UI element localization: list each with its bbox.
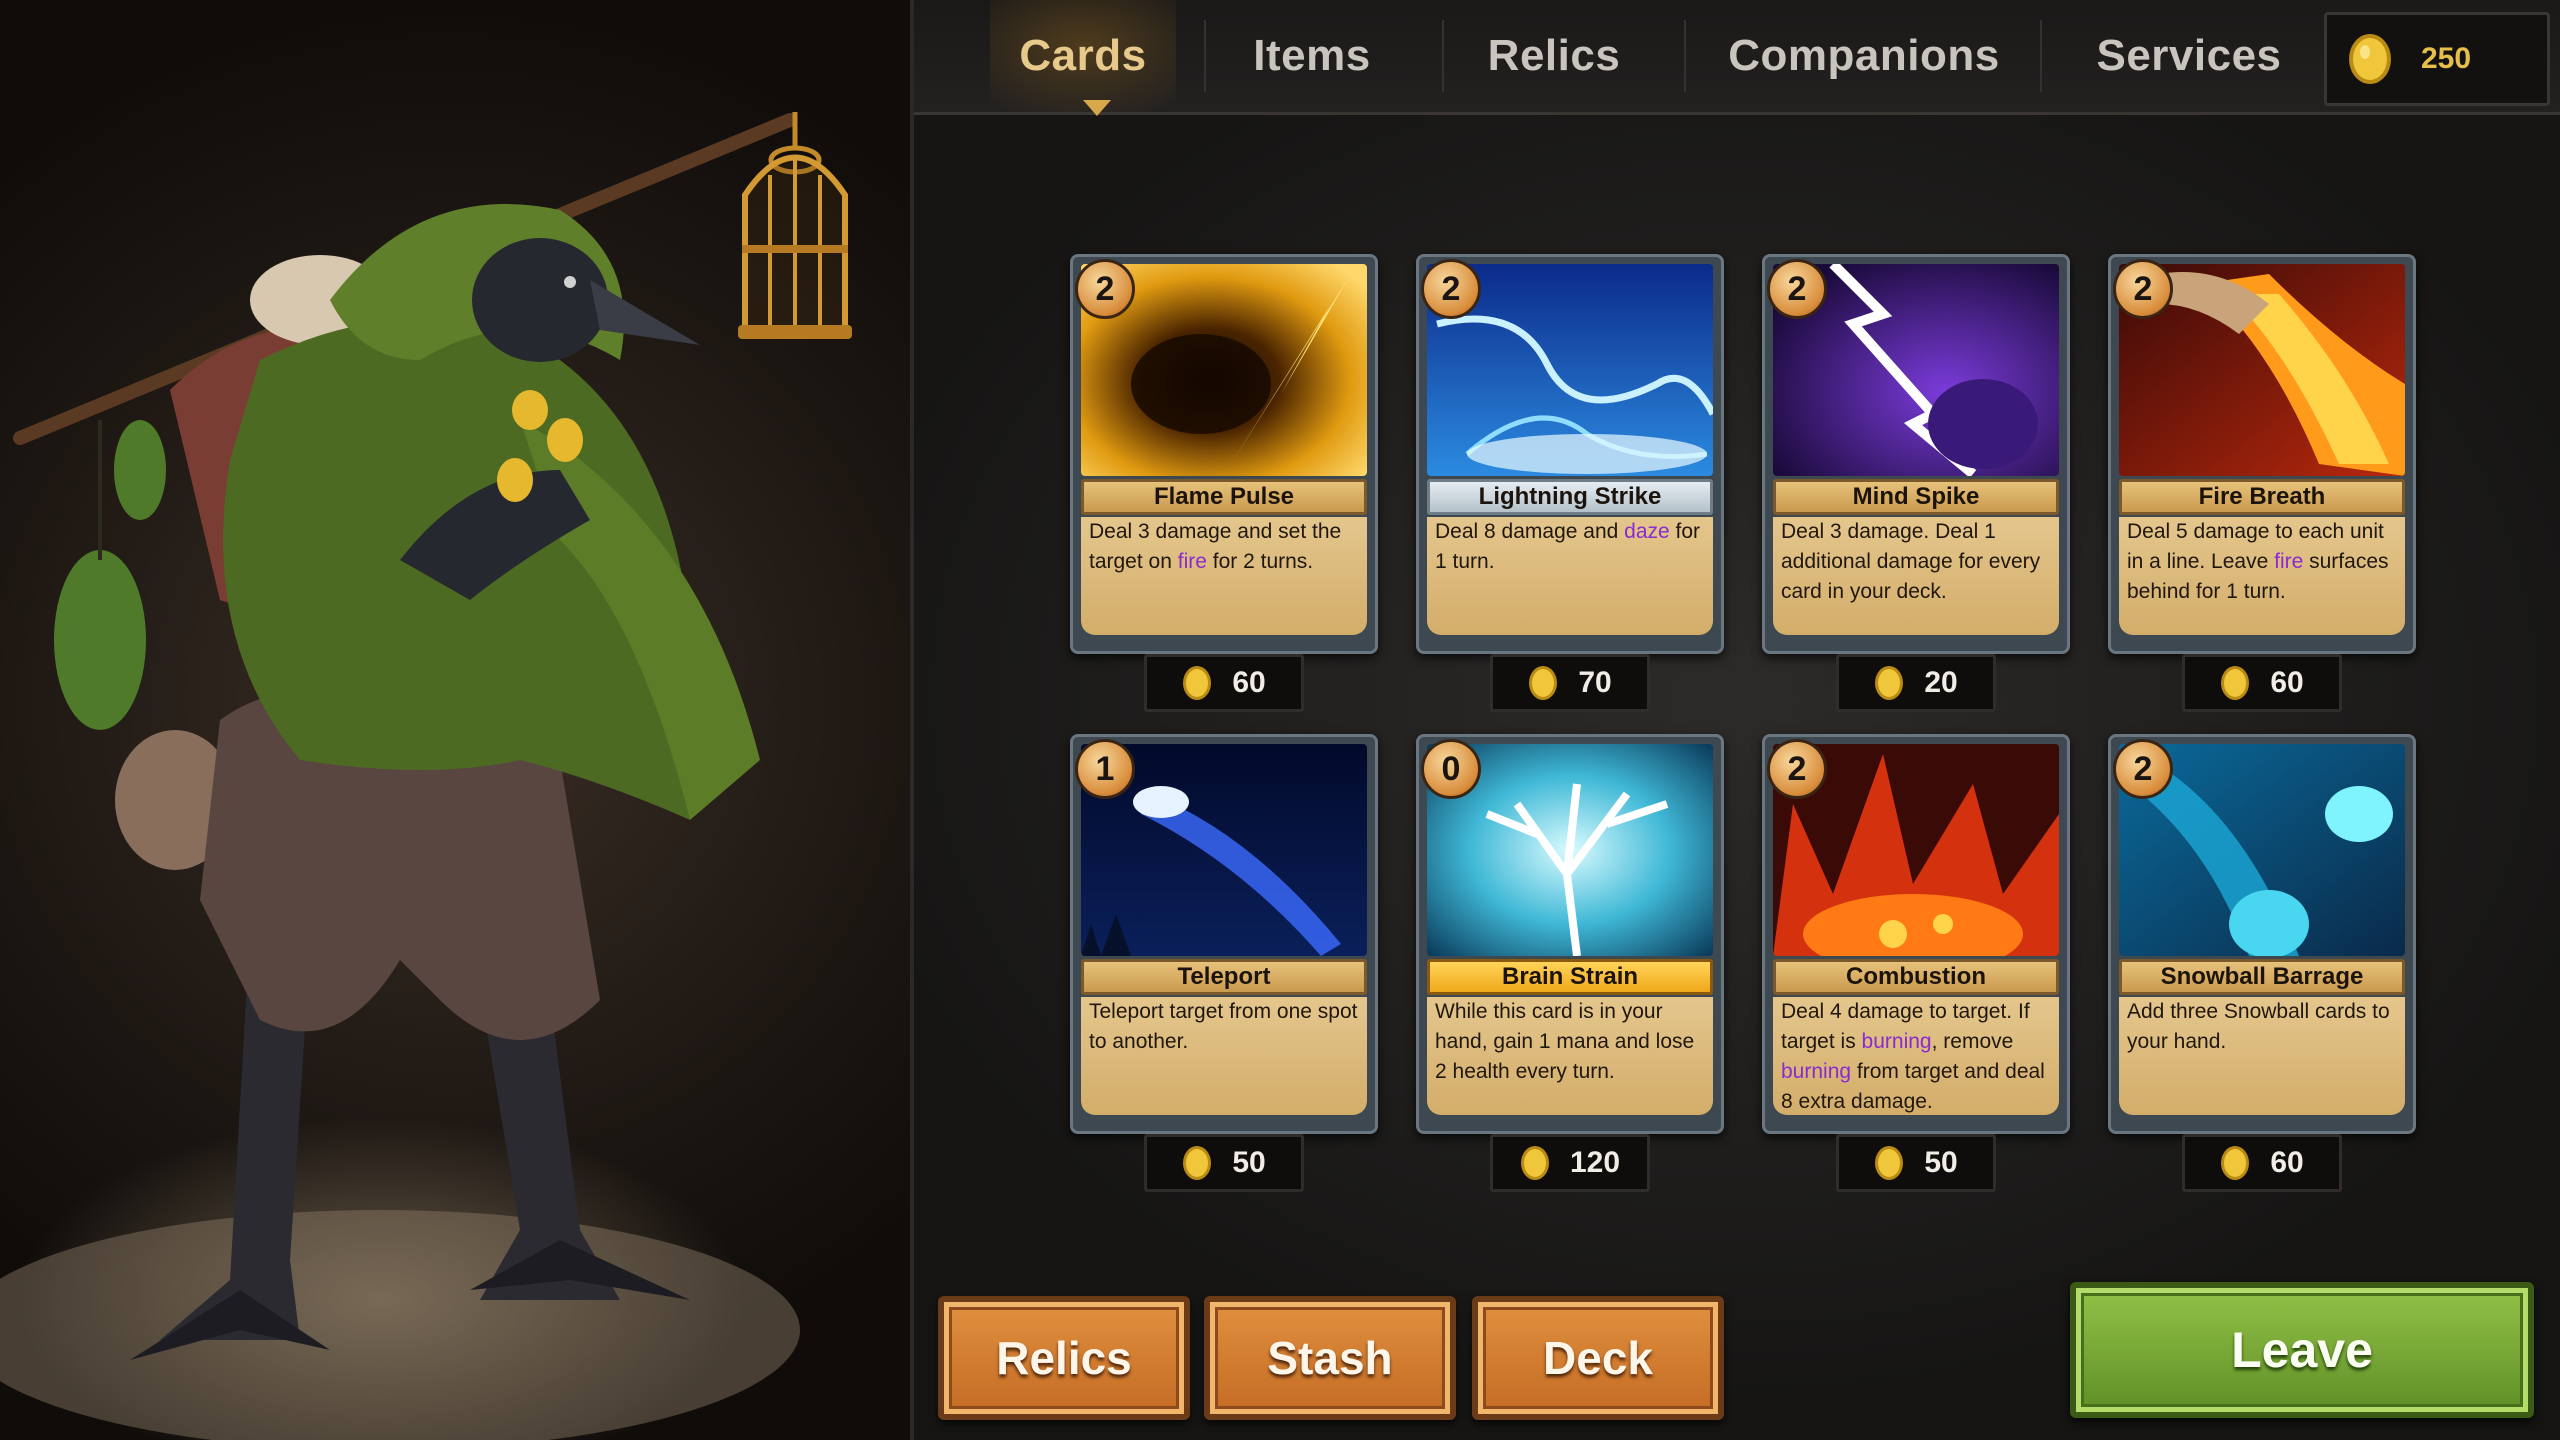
tab-cards[interactable]: Cards [990,0,1176,112]
relics-button[interactable]: Relics [938,1296,1190,1420]
card-title: Flame Pulse [1081,479,1367,515]
mana-cost-badge: 2 [1767,739,1827,799]
tab-items[interactable]: Items [1214,0,1410,112]
card-price[interactable]: 60 [2182,1134,2342,1192]
card-description: Deal 3 damage. Deal 1 additional damage … [1773,517,2059,635]
price-value: 20 [1924,666,1958,699]
mana-cost-badge: 2 [1075,259,1135,319]
gold-coin-icon [1183,1146,1212,1180]
status-keyword: burning [1781,1060,1852,1083]
card-description: While this card is in your hand, gain 1 … [1427,997,1713,1115]
tab-divider [1204,20,1206,92]
status-keyword: fire [1177,550,1207,573]
shop-card[interactable]: 2 Mind Spike Deal 3 damage. Deal 1 addit… [1762,254,2070,654]
shop-card[interactable]: 0 Brain Strain While this card is in you… [1416,734,1724,1134]
mana-cost-badge: 0 [1421,739,1481,799]
mana-cost-badge: 2 [2113,259,2173,319]
gold-coin-icon [1529,666,1558,700]
leave-button[interactable]: Leave [2070,1282,2534,1418]
price-value: 60 [2270,666,2304,699]
price-value: 50 [1232,1146,1266,1179]
price-value: 120 [1569,1146,1621,1179]
shop-card[interactable]: 1 Teleport Teleport target from one spot… [1070,734,1378,1134]
status-keyword: fire [2274,550,2304,573]
crow-merchant-art [0,112,852,1440]
card-description: Deal 3 damage and set the target on fire… [1081,517,1367,635]
card-description: Deal 8 damage and daze for 1 turn. [1427,517,1713,635]
gold-coin-icon [1520,1146,1549,1180]
card-price[interactable]: 50 [1144,1134,1304,1192]
deck-button[interactable]: Deck [1472,1296,1724,1420]
card-description: Deal 4 damage to target. If target is bu… [1773,997,2059,1115]
card-price[interactable]: 20 [1836,654,1996,712]
gold-coin-icon [1875,666,1904,700]
price-value: 50 [1924,1146,1958,1179]
merchant-illustration [0,0,914,1440]
card-price[interactable]: 70 [1490,654,1650,712]
card-description: Teleport target from one spot to another… [1081,997,1367,1115]
gold-counter: 250 [2324,12,2550,106]
status-keyword: burning [1861,1030,1932,1053]
shop-card[interactable]: 2 Combustion Deal 4 damage to target. If… [1762,734,2070,1134]
tab-divider [1442,20,1444,92]
card-title: Combustion [1773,959,2059,995]
gold-coin-icon [1183,666,1212,700]
card-title: Snowball Barrage [2119,959,2405,995]
gold-coin-icon [2221,666,2250,700]
gold-coin-icon [2221,1146,2250,1180]
stash-button[interactable]: Stash [1204,1296,1456,1420]
shop-card[interactable]: 2 Lightning Strike Deal 8 damage and daz… [1416,254,1724,654]
price-value: 60 [1232,666,1266,699]
card-description: Add three Snowball cards to your hand. [2119,997,2405,1115]
tab-divider [2040,20,2042,92]
card-title: Teleport [1081,959,1367,995]
tab-companions[interactable]: Companions [1714,0,2014,112]
tab-services[interactable]: Services [2064,0,2314,112]
shop-card[interactable]: 2 Fire Breath Deal 5 damage to each unit… [2108,254,2416,654]
active-tab-indicator-icon [1083,100,1111,116]
card-price[interactable]: 60 [2182,654,2342,712]
card-description: Deal 5 damage to each unit in a line. Le… [2119,517,2405,635]
mana-cost-badge: 1 [1075,739,1135,799]
card-title: Brain Strain [1427,959,1713,995]
mana-cost-badge: 2 [2113,739,2173,799]
gold-amount: 250 [2421,42,2472,75]
gold-coin-icon [2349,34,2391,84]
gold-coin-icon [1875,1146,1904,1180]
card-price[interactable]: 60 [1144,654,1304,712]
shop-tab-bar: Cards Items Relics Companions Services 2… [914,0,2560,116]
card-title: Mind Spike [1773,479,2059,515]
price-value: 60 [2270,1146,2304,1179]
mana-cost-badge: 2 [1767,259,1827,319]
card-price[interactable]: 120 [1490,1134,1650,1192]
mana-cost-badge: 2 [1421,259,1481,319]
card-title: Lightning Strike [1427,479,1713,515]
card-price[interactable]: 50 [1836,1134,1996,1192]
tab-relics[interactable]: Relics [1454,0,1654,112]
card-title: Fire Breath [2119,479,2405,515]
price-value: 70 [1578,666,1612,699]
shop-panel: Cards Items Relics Companions Services 2… [914,0,2560,1440]
status-keyword: daze [1624,520,1670,543]
shop-card[interactable]: 2 Flame Pulse Deal 3 damage and set the … [1070,254,1378,654]
birdcage-icon [738,112,852,339]
shop-card[interactable]: 2 Snowball Barrage Add three Snowball ca… [2108,734,2416,1134]
tab-divider [1684,20,1686,92]
